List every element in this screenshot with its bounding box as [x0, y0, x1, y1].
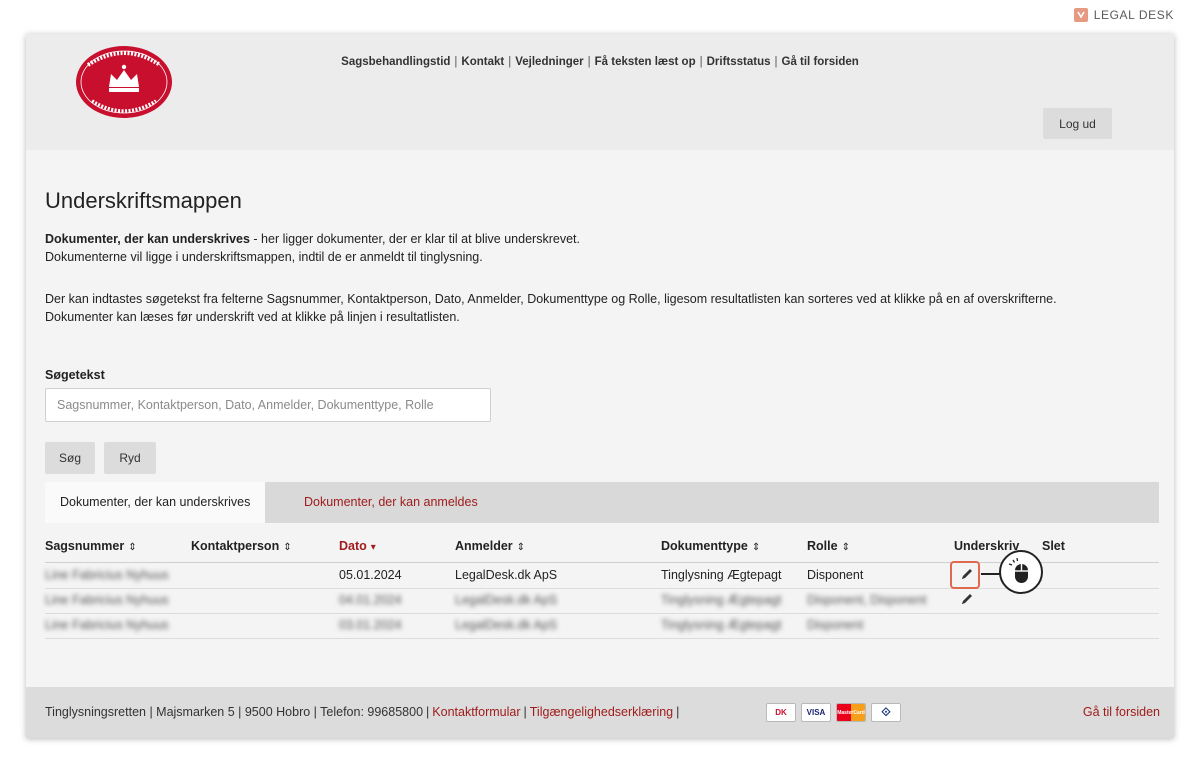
sort-icon: ⇕: [841, 542, 850, 553]
column-dokumenttype[interactable]: Dokumenttype ⇕: [661, 539, 760, 553]
footer-home-link[interactable]: Gå til forsiden: [1083, 705, 1160, 719]
cell-sagsnummer: Line Fabricius Nyhuus: [45, 568, 169, 582]
cell-dokumenttype: Tinglysning Ægtepagt: [661, 568, 782, 582]
cell-dato: 04.01.2024: [339, 593, 402, 607]
nav-vejledninger[interactable]: Vejledninger: [515, 56, 583, 68]
table-row[interactable]: Line Fabricius Nyhuus 05.01.2024 LegalDe…: [45, 563, 1159, 589]
cell-anmelder: LegalDesk.dk ApS: [455, 618, 558, 632]
column-anmelder[interactable]: Anmelder ⇕: [455, 539, 525, 553]
dankort-icon: DK: [766, 703, 796, 722]
intro-bold: Dokumenter, der kan underskrives: [45, 232, 250, 246]
callout-connector: [981, 573, 1001, 575]
intro-line2: Dokumenterne vil ligge i underskriftsmap…: [45, 250, 483, 264]
column-slet: Slet: [1042, 539, 1065, 553]
nav-sagsbehandlingstid[interactable]: Sagsbehandlingstid: [341, 56, 450, 68]
column-kontaktperson[interactable]: Kontaktperson ⇕: [191, 539, 292, 553]
footer-address: Tinglysningsretten | Majsmarken 5 | 9500…: [45, 705, 424, 719]
help-text: Der kan indtastes søgetekst fra felterne…: [45, 290, 1135, 326]
brand-name: LEGAL DESK: [1093, 8, 1174, 22]
tab-documents-to-sign[interactable]: Dokumenter, der kan underskrives: [45, 482, 266, 523]
footer-accessibility-link[interactable]: Tilgængelighedserklæring: [530, 705, 673, 719]
cell-dato: 05.01.2024: [339, 568, 402, 582]
search-input[interactable]: [45, 388, 491, 422]
cell-rolle: Disponent: [807, 568, 864, 582]
clear-button[interactable]: Ryd: [104, 442, 156, 474]
nav-home[interactable]: Gå til forsiden: [782, 56, 859, 68]
nav-kontakt[interactable]: Kontakt: [461, 56, 504, 68]
help-line1: Der kan indtastes søgetekst fra felterne…: [45, 292, 1057, 306]
table-row[interactable]: Line Fabricius Nyhuus 04.01.2024 LegalDe…: [45, 588, 1159, 614]
mastercard-icon: MasterCard: [836, 703, 866, 722]
sort-icon: ⇕: [283, 542, 292, 553]
cell-anmelder: LegalDesk.dk ApS: [455, 568, 558, 582]
footer-contact-link[interactable]: Kontaktformular: [432, 705, 520, 719]
legal-desk-logo-icon: [1073, 8, 1088, 22]
column-sagsnummer[interactable]: Sagsnummer ⇕: [45, 539, 137, 553]
cell-rolle: Disponent: [807, 618, 864, 632]
sort-desc-icon: ▾: [370, 542, 376, 553]
column-dato[interactable]: Dato ▾: [339, 539, 376, 553]
cell-rolle: Disponent, Disponent: [807, 593, 927, 607]
search-button[interactable]: Søg: [45, 442, 95, 474]
certificate-icon: ⟐: [871, 703, 901, 722]
tab-documents-to-register[interactable]: Dokumenter, der kan anmeldes: [289, 482, 493, 523]
top-navigation: Sagsbehandlingstid | Kontakt | Vejledninger |…: [341, 56, 859, 68]
intro-text: Dokumenter, der kan underskrives - her l…: [45, 230, 1135, 266]
nav-read-aloud[interactable]: Få teksten læst op: [595, 56, 696, 68]
cell-dokumenttype: Tinglysning Ægtepagt: [661, 618, 782, 632]
cell-dato: 03.01.2024: [339, 618, 402, 632]
logout-button[interactable]: Log ud: [1043, 108, 1112, 139]
intro-rest: - her ligger dokumenter, der er klar til…: [249, 232, 580, 246]
sort-icon: ⇕: [516, 542, 526, 553]
table-row[interactable]: Line Fabricius Nyhuus 03.01.2024 LegalDe…: [45, 613, 1159, 639]
site-header: Sagsbehandlingstid | Kontakt | Vejledninger |…: [26, 34, 1174, 150]
cell-anmelder: LegalDesk.dk ApS: [455, 593, 558, 607]
tab-bar: Dokumenter, der kan underskrives Dokumen…: [45, 482, 1159, 523]
payment-cards: DK VISA MasterCard ⟐: [766, 703, 901, 722]
table-header: Sagsnummer ⇕ Kontaktperson ⇕ Dato ▾ Anmelde…: [45, 536, 1159, 563]
help-line2: Dokumenter kan læses før underskrift ved…: [45, 310, 460, 324]
footer-info: Tinglysningsretten | Majsmarken 5 | 9500…: [45, 705, 680, 719]
visa-icon: VISA: [801, 703, 831, 722]
search-label: Søgetekst: [45, 368, 105, 382]
page-title: Underskriftsmappen: [45, 188, 242, 213]
sort-icon: ⇕: [128, 542, 137, 553]
legal-desk-brand: LEGAL DESK: [1073, 8, 1174, 22]
browser-window: Sagsbehandlingstid | Kontakt | Vejledninger |…: [26, 34, 1174, 738]
sign-highlight-box: [950, 561, 980, 589]
nav-driftsstatus[interactable]: Driftsstatus: [707, 56, 771, 68]
column-rolle[interactable]: Rolle ⇕: [807, 539, 850, 553]
cell-sagsnummer: Line Fabricius Nyhuus: [45, 593, 169, 607]
sort-icon: ⇕: [751, 542, 761, 553]
cell-sagsnummer: Line Fabricius Nyhuus: [45, 618, 169, 632]
mouse-click-icon: [999, 550, 1043, 594]
sign-pencil-icon[interactable]: [959, 591, 975, 607]
site-footer: Tinglysningsretten | Majsmarken 5 | 9500…: [26, 687, 1174, 738]
cell-dokumenttype: Tinglysning Ægtepagt: [661, 593, 782, 607]
